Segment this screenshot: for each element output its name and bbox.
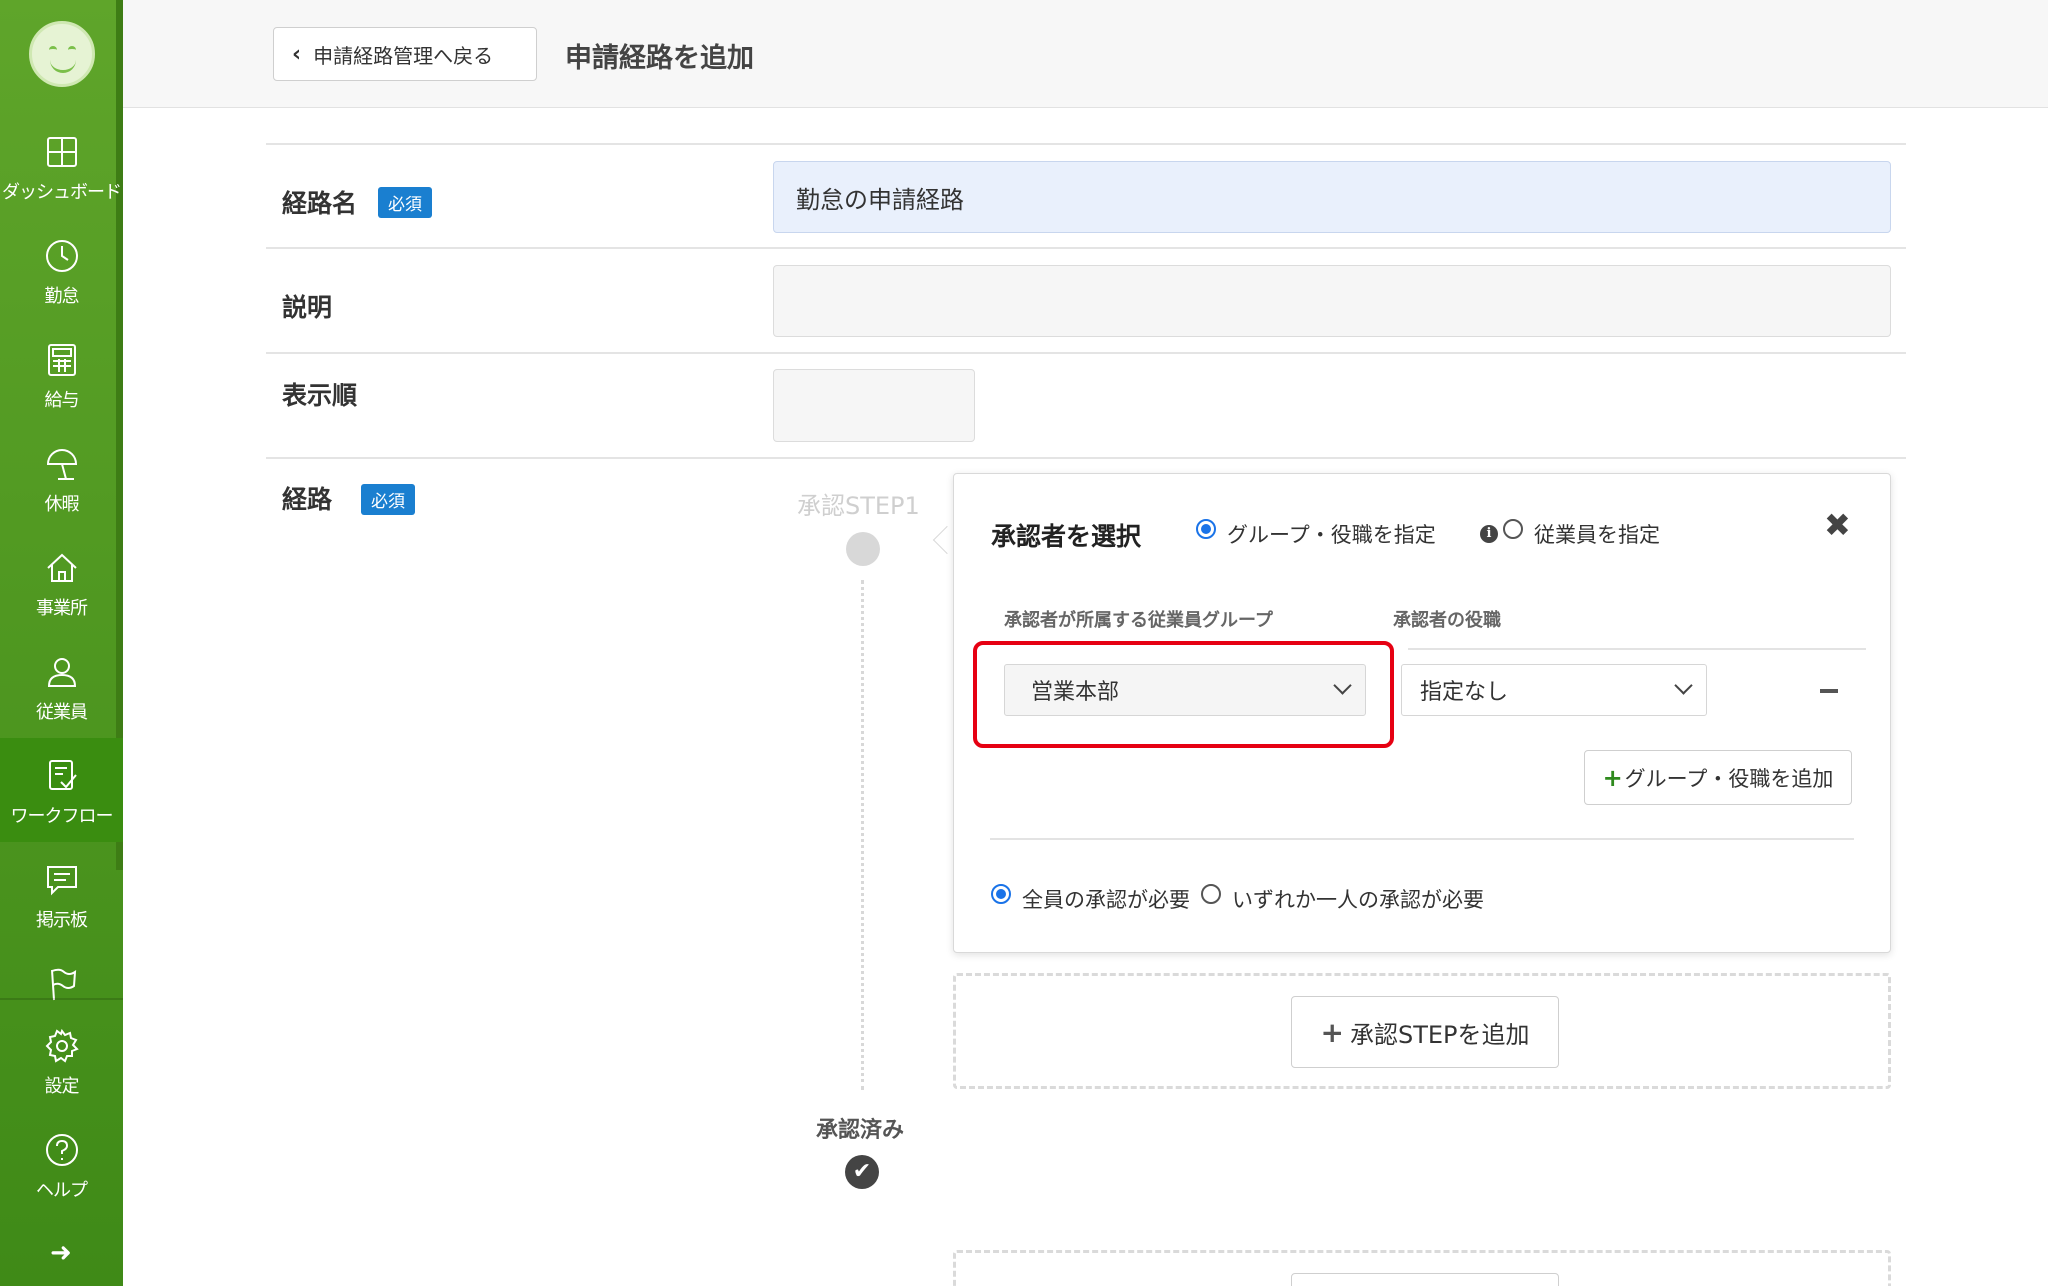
sidebar-item-label: ヘルプ [36, 1180, 88, 1201]
sidebar-item-settings[interactable]: 設定 [0, 1028, 123, 1132]
logo-eye-right [68, 46, 76, 51]
route-label: 経路 [282, 485, 333, 514]
panel-divider [990, 838, 1854, 840]
back-button[interactable]: ‹ 申請経路管理へ戻る [273, 27, 537, 81]
logo-eye-left [49, 46, 57, 51]
role-select[interactable]: 指定なし [1401, 664, 1707, 716]
workflow-icon [49, 760, 77, 790]
add-group-role-label: グループ・役職を追加 [1624, 766, 1834, 791]
app-logo[interactable] [29, 21, 95, 87]
remove-row-minus-icon[interactable] [1820, 689, 1838, 693]
display-order-input[interactable] [773, 369, 975, 442]
row-divider [266, 352, 1906, 354]
sidebar-item-dashboard[interactable]: ダッシュボード [0, 134, 123, 238]
add-step-label: 承認STEPを追加 [1349, 1020, 1530, 1049]
required-badge: 必須 [378, 187, 432, 218]
display-order-label: 表示順 [282, 381, 358, 410]
radio-approve-all[interactable] [991, 884, 1011, 904]
add-step-zone: + 承認STEPを追加 [953, 973, 1891, 1089]
role-select-value: 指定なし [1420, 680, 1509, 705]
flag-icon [51, 968, 77, 1001]
gear-icon [45, 1028, 79, 1063]
radio-group-role-label[interactable]: グループ・役職を指定 [1227, 519, 1436, 549]
sidebar-divider [0, 998, 123, 1000]
sidebar-item-label: 従業員 [36, 702, 88, 723]
sidebar-item-leave[interactable]: 休暇 [0, 446, 123, 550]
approver-panel: 承認者を選択 グループ・役職を指定 i 従業員を指定 ✖ 承認者が所属する従業員… [953, 473, 1891, 953]
chevron-down-icon [1674, 676, 1693, 695]
required-badge: 必須 [361, 484, 415, 515]
sidebar-item-label: 勤怠 [44, 286, 80, 307]
home-icon [47, 553, 77, 582]
next-step-button[interactable] [1291, 1273, 1559, 1286]
group-column-header: 承認者が所属する従業員グループ [1004, 610, 1273, 631]
sidebar-item-flag[interactable] [0, 966, 123, 1001]
add-group-role-button[interactable]: + グループ・役職を追加 [1584, 750, 1852, 805]
plus-icon: + [1320, 1015, 1344, 1049]
dashboard-icon [47, 137, 77, 167]
radio-group-role[interactable] [1196, 519, 1216, 539]
help-icon [46, 1134, 78, 1166]
description-label: 説明 [282, 293, 333, 322]
sidebar-item-attendance[interactable]: 勤怠 [0, 238, 123, 342]
role-column-header: 承認者の役職 [1393, 610, 1501, 631]
sidebar-item-label: 事業所 [36, 598, 88, 619]
sidebar-item-board[interactable]: 掲示板 [0, 862, 123, 966]
sidebar-item-label: ダッシュボード [2, 182, 122, 203]
approver-panel-title: 承認者を選択 [991, 522, 1142, 551]
radio-approve-all-label[interactable]: 全員の承認が必要 [1022, 884, 1190, 914]
sidebar-item-office[interactable]: 事業所 [0, 550, 123, 654]
umbrella-icon [46, 449, 78, 480]
sidebar-item-label: 給与 [44, 390, 80, 411]
row-divider [266, 457, 1906, 459]
back-button-label: 申請経路管理へ戻る [313, 43, 494, 68]
route-name-label: 経路名 [282, 189, 358, 218]
radio-employee-label[interactable]: 従業員を指定 [1534, 519, 1660, 549]
sidebar-item-workflow[interactable]: ワークフロー [0, 738, 123, 842]
info-icon[interactable]: i [1480, 525, 1498, 543]
description-input[interactable] [773, 265, 1891, 337]
radio-approve-any[interactable] [1201, 884, 1221, 904]
sidebar-item-label: 休暇 [44, 494, 80, 515]
sidebar: ダッシュボード 勤怠 給与 休暇 事業所 従業員 ワークフロー 掲示板 設定 ヘ… [0, 0, 123, 1286]
radio-approve-any-label[interactable]: いずれか一人の承認が必要 [1232, 884, 1484, 914]
page-header: ‹ 申請経路管理へ戻る 申請経路を追加 [123, 0, 2048, 108]
panel-divider [1408, 648, 1866, 650]
sidebar-item-help[interactable]: ヘルプ [0, 1132, 123, 1236]
route-name-input[interactable]: 勤怠の申請経路 [773, 161, 1891, 233]
plus-icon: + [1602, 763, 1623, 792]
close-icon[interactable]: ✖ [1824, 506, 1851, 544]
approved-label: 承認済み [816, 1118, 905, 1143]
chevron-left-icon: ‹ [292, 41, 302, 67]
sidebar-item-payroll[interactable]: 給与 [0, 342, 123, 446]
next-step-zone [953, 1250, 1891, 1286]
highlight-annotation [973, 641, 1394, 748]
sidebar-item-label: 設定 [44, 1076, 80, 1097]
sidebar-item-label: 掲示板 [36, 910, 88, 931]
message-icon [47, 866, 77, 896]
sidebar-item-label: ワークフロー [10, 806, 114, 827]
sidebar-expand-arrow-icon[interactable]: ➜ [50, 1238, 72, 1268]
row-divider [266, 143, 1906, 145]
person-icon [47, 658, 77, 687]
page-title: 申請経路を追加 [565, 43, 754, 74]
row-divider [266, 247, 1906, 249]
check-circle-icon: ✔ [845, 1155, 879, 1189]
timeline-line [861, 580, 864, 1090]
add-step-button[interactable]: + 承認STEPを追加 [1291, 996, 1559, 1068]
step-label: 承認STEP1 [797, 492, 920, 520]
timeline-step-dot [846, 532, 880, 566]
radio-employee[interactable] [1503, 519, 1523, 539]
calculator-icon [48, 344, 76, 376]
clock-icon [46, 240, 78, 272]
